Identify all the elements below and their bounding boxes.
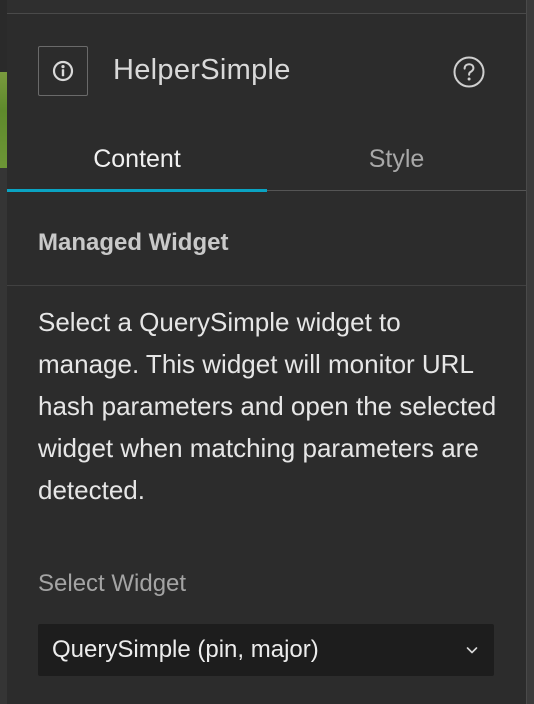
widget-title: HelperSimple	[113, 54, 291, 86]
panel-top-border	[7, 0, 526, 14]
map-lower	[0, 168, 7, 704]
map-imagery	[0, 72, 7, 168]
settings-tabs: Content Style	[7, 128, 526, 192]
app-canvas: HelperSimple Content Style Managed Widge…	[0, 0, 534, 704]
panel-header: HelperSimple	[7, 14, 526, 128]
section-description: Select a QuerySimple widget to manage. T…	[38, 307, 497, 505]
section-divider	[7, 285, 526, 286]
tab-style[interactable]: Style	[267, 128, 526, 191]
map-top	[0, 0, 7, 72]
info-button[interactable]	[38, 46, 88, 96]
tab-content[interactable]: Content	[7, 128, 267, 192]
select-value: QuerySimple (pin, major)	[52, 636, 319, 663]
widget-settings-panel: HelperSimple Content Style Managed Widge…	[7, 14, 526, 704]
help-icon[interactable]	[453, 56, 485, 88]
section-title: Managed Widget	[38, 229, 229, 256]
info-icon	[52, 60, 74, 82]
map-view-strip	[0, 0, 7, 704]
right-edge-scrollbar[interactable]	[526, 0, 534, 704]
widget-select-dropdown[interactable]: QuerySimple (pin, major)	[38, 624, 494, 676]
select-widget-label: Select Widget	[38, 570, 187, 597]
chevron-down-icon	[466, 647, 478, 654]
